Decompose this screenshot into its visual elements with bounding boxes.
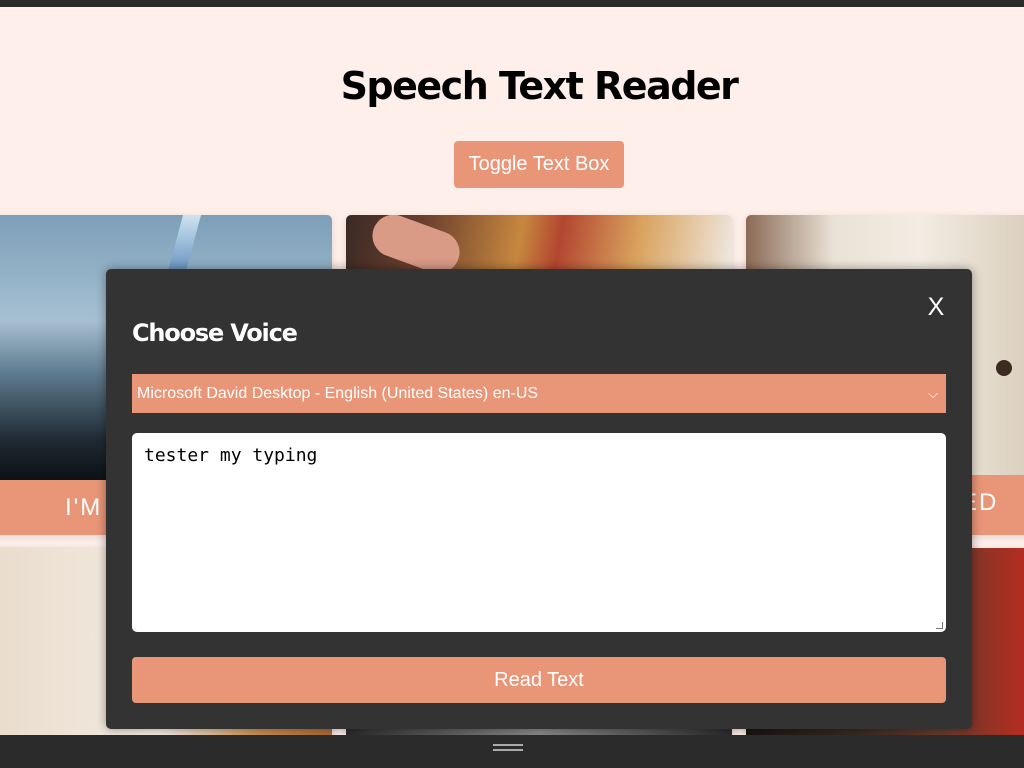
text-input-value: tester my typing [144, 445, 318, 466]
chevron-down-icon: ⌵ [928, 386, 938, 401]
page-title: Speech Text Reader [340, 64, 739, 108]
bottom-bar [0, 735, 1024, 768]
voice-select-value: Microsoft David Desktop - English (Unite… [137, 385, 539, 402]
card-food[interactable] [346, 215, 732, 275]
read-text-button[interactable]: Read Text [132, 657, 946, 703]
toggle-text-box-button[interactable]: Toggle Text Box [454, 141, 624, 188]
card-image [346, 215, 732, 275]
close-button[interactable]: X [924, 293, 948, 321]
resize-grip-icon[interactable] [936, 622, 943, 629]
voice-modal: X Choose Voice Microsoft David Desktop -… [106, 269, 972, 729]
voice-select[interactable]: Microsoft David Desktop - English (Unite… [132, 374, 946, 413]
modal-title: Choose Voice [132, 319, 298, 347]
drag-handle-icon[interactable] [493, 744, 523, 751]
text-input[interactable]: tester my typing [132, 433, 946, 632]
top-bar [0, 0, 1024, 7]
